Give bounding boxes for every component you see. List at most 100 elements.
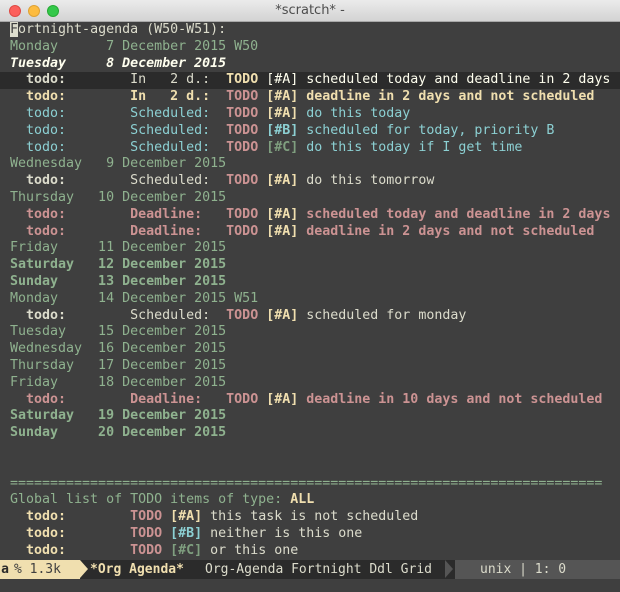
entry-title: do this tomorrow bbox=[298, 173, 435, 189]
agenda-day[interactable]: Monday 14 December 2015 W51 bbox=[0, 291, 620, 308]
entry-title: or this one bbox=[202, 542, 299, 558]
zoom-window-button[interactable] bbox=[47, 5, 59, 17]
global-todo-entry[interactable]: todo: TODO [#B] neither is this one bbox=[0, 526, 620, 543]
entry-todo-keyword: TODO bbox=[226, 206, 259, 222]
entry-title: scheduled today and deadline in 2 days bbox=[298, 206, 611, 222]
entry-todo-keyword: TODO bbox=[130, 525, 163, 541]
entry-title: scheduled for today, priority B bbox=[298, 122, 555, 138]
agenda-day[interactable]: Wednesday 16 December 2015 bbox=[0, 341, 620, 358]
entry-category: todo: bbox=[10, 391, 131, 407]
agenda-day-weekend[interactable]: Saturday 19 December 2015 bbox=[0, 408, 620, 425]
agenda-day-weekend[interactable]: Sunday 20 December 2015 bbox=[0, 425, 620, 442]
entry-when: Deadline: bbox=[130, 223, 227, 239]
entry-when: In 2 d.: bbox=[130, 72, 227, 88]
global-todo-entry[interactable]: todo: TODO [#C] or this one bbox=[0, 543, 620, 560]
entry-when: Scheduled: bbox=[130, 122, 227, 138]
agenda-day[interactable]: Wednesday 9 December 2015 bbox=[0, 156, 620, 173]
major-minor-modes[interactable]: Org-Agenda Fortnight Ddl Grid bbox=[205, 560, 445, 579]
entry-todo-keyword: TODO bbox=[226, 89, 259, 105]
entry-when: In 2 d.: bbox=[130, 89, 227, 105]
entry-title: scheduled for monday bbox=[298, 307, 467, 323]
agenda-entry[interactable]: todo: Scheduled: TODO [#A] scheduled for… bbox=[0, 308, 620, 325]
entry-todo-keyword: TODO bbox=[226, 72, 259, 88]
entry-category: todo: bbox=[10, 509, 131, 525]
entry-title: deadline in 10 days and not scheduled bbox=[298, 391, 603, 407]
entry-category: todo: bbox=[10, 105, 131, 121]
agenda-day[interactable]: Thursday 17 December 2015 bbox=[0, 358, 620, 375]
entry-when: Deadline: bbox=[130, 206, 227, 222]
entry-todo-keyword: TODO bbox=[226, 391, 259, 407]
mode-line: a % 1.3k *Org Agenda* Org-Agenda Fortnig… bbox=[0, 560, 620, 579]
agenda-entry[interactable]: todo: In 2 d.: TODO [#A] scheduled today… bbox=[0, 72, 620, 90]
entry-category: todo: bbox=[10, 173, 131, 189]
agenda-entry[interactable]: todo: In 2 d.: TODO [#A] deadline in 2 d… bbox=[0, 89, 620, 106]
entry-category: todo: bbox=[10, 122, 131, 138]
org-agenda-buffer[interactable]: Fortnight-agenda (W50-W51): Monday 7 Dec… bbox=[0, 22, 620, 560]
emacs-window: *scratch* - Fortnight-agenda (W50-W51): … bbox=[0, 0, 620, 592]
agenda-entry[interactable]: todo: Scheduled: TODO [#C] do this today… bbox=[0, 140, 620, 157]
global-header-text: Global list of TODO items of type: bbox=[10, 492, 291, 508]
agenda-day[interactable]: Friday 18 December 2015 bbox=[0, 375, 620, 392]
global-todo-header: Global list of TODO items of type: ALL bbox=[0, 492, 620, 509]
agenda-day-weekend[interactable]: Saturday 12 December 2015 bbox=[0, 257, 620, 274]
entry-todo-keyword: TODO bbox=[226, 223, 259, 239]
agenda-header-text: ortnight-agenda (W50-W51): bbox=[18, 22, 227, 37]
minibuffer[interactable] bbox=[0, 579, 620, 592]
entry-todo-keyword: TODO bbox=[226, 122, 259, 138]
block-separator: ========================================… bbox=[10, 475, 603, 491]
buffer-name[interactable]: *Org Agenda* bbox=[90, 560, 200, 579]
global-todo-entry[interactable]: todo: TODO [#A] this task is not schedul… bbox=[0, 509, 620, 526]
encoding-position: unix | 1: 0 bbox=[480, 562, 567, 577]
entry-todo-keyword: TODO bbox=[226, 307, 259, 323]
agenda-entry[interactable]: todo: Deadline: TODO [#A] deadline in 10… bbox=[0, 392, 620, 409]
entry-todo-keyword: TODO bbox=[130, 509, 163, 525]
entry-category: todo: bbox=[10, 525, 131, 541]
entry-when: Scheduled: bbox=[130, 173, 227, 189]
entry-todo-keyword: TODO bbox=[130, 542, 163, 558]
agenda-day[interactable]: Friday 11 December 2015 bbox=[0, 240, 620, 257]
entry-title: deadline in 2 days and not scheduled bbox=[298, 89, 595, 105]
entry-todo-keyword: TODO bbox=[226, 173, 259, 189]
minimize-window-button[interactable] bbox=[28, 5, 40, 17]
entry-category: todo: bbox=[10, 206, 131, 222]
powerline-arrow bbox=[445, 560, 453, 578]
entry-when: Scheduled: bbox=[130, 307, 227, 323]
modeline-indicator: a bbox=[0, 560, 10, 579]
close-window-button[interactable] bbox=[9, 5, 21, 17]
window-title: *scratch* - bbox=[275, 3, 345, 18]
entry-when: Scheduled: bbox=[130, 105, 227, 121]
entry-category: todo: bbox=[10, 307, 131, 323]
agenda-day[interactable]: Tuesday 15 December 2015 bbox=[0, 324, 620, 341]
entry-title: do this today if I get time bbox=[298, 139, 523, 155]
global-header-type: ALL bbox=[290, 492, 315, 508]
entry-title: do this today bbox=[298, 105, 411, 121]
entry-title: deadline in 2 days and not scheduled bbox=[298, 223, 595, 239]
entry-category: todo: bbox=[10, 542, 131, 558]
entry-title: this task is not scheduled bbox=[202, 509, 419, 525]
agenda-day[interactable]: Monday 7 December 2015 W50 bbox=[0, 39, 620, 56]
agenda-entry[interactable]: todo: Scheduled: TODO [#A] do this tomor… bbox=[0, 173, 620, 190]
title-bar: *scratch* - bbox=[0, 0, 620, 22]
entry-category: todo: bbox=[10, 72, 131, 88]
entry-category: todo: bbox=[10, 89, 131, 105]
agenda-entry[interactable]: todo: Scheduled: TODO [#B] scheduled for… bbox=[0, 123, 620, 140]
agenda-entry[interactable]: todo: Scheduled: TODO [#A] do this today bbox=[0, 106, 620, 123]
agenda-day-weekend[interactable]: Sunday 13 December 2015 bbox=[0, 274, 620, 291]
entry-when: Deadline: bbox=[130, 391, 227, 407]
buffer-size: % 1.3k bbox=[10, 560, 80, 579]
entry-category: todo: bbox=[10, 139, 131, 155]
entry-category: todo: bbox=[10, 223, 131, 239]
entry-title: neither is this one bbox=[202, 525, 363, 541]
entry-todo-keyword: TODO bbox=[226, 139, 259, 155]
text-cursor: F bbox=[10, 22, 19, 37]
agenda-day[interactable]: Thursday 10 December 2015 bbox=[0, 190, 620, 207]
agenda-entry[interactable]: todo: Deadline: TODO [#A] scheduled toda… bbox=[0, 207, 620, 224]
agenda-day-today[interactable]: Tuesday 8 December 2015 bbox=[0, 56, 620, 73]
entry-when: Scheduled: bbox=[130, 139, 227, 155]
agenda-header: Fortnight-agenda (W50-W51): bbox=[0, 22, 620, 39]
agenda-entry[interactable]: todo: Deadline: TODO [#A] deadline in 2 … bbox=[0, 224, 620, 241]
powerline-arrow bbox=[80, 560, 88, 578]
entry-todo-keyword: TODO bbox=[226, 105, 259, 121]
